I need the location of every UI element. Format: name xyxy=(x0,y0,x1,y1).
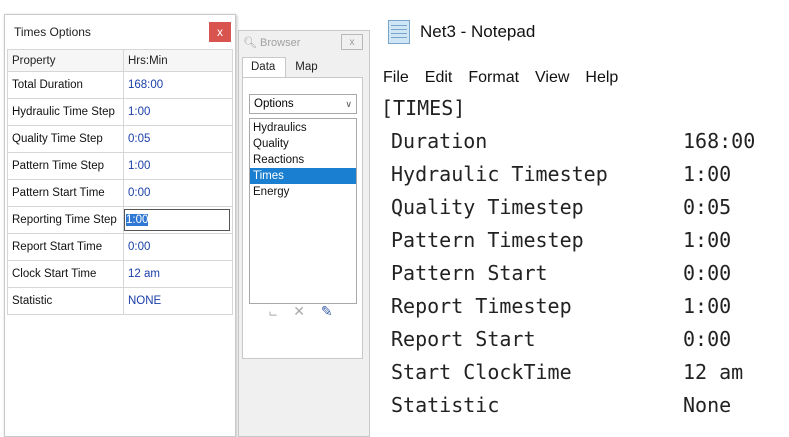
table-row[interactable]: Total Duration 168:00 xyxy=(7,71,233,99)
category-select[interactable]: Options ∨ xyxy=(249,94,357,114)
property-value[interactable]: NONE xyxy=(123,287,233,315)
table-row[interactable]: Pattern Time Step 1:00 xyxy=(7,152,233,180)
text-line: Statistic None xyxy=(391,393,732,417)
text-line: Pattern Timestep 1:00 xyxy=(391,228,732,252)
table-row[interactable]: Reporting Time Step 1:00 xyxy=(7,206,233,234)
text-line: Report Start 0:00 xyxy=(391,327,732,351)
table-row[interactable]: Hydraulic Time Step 1:00 xyxy=(7,98,233,126)
property-name: Statistic xyxy=(7,287,124,315)
text-line: Start ClockTime 12 am xyxy=(391,360,744,384)
text-line: Pattern Start 0:00 xyxy=(391,261,732,285)
property-value[interactable]: 1:00 xyxy=(123,98,233,126)
text-line: Duration 168:00 xyxy=(391,129,756,153)
browser-tabs: Data Map xyxy=(239,57,369,77)
times-options-title: Times Options xyxy=(14,25,91,39)
property-name: Quality Time Step xyxy=(7,125,124,153)
browser-toolbar: ⨽ ✕ ✎ xyxy=(269,303,333,320)
section-header: [TIMES] xyxy=(381,96,466,120)
delete-icon[interactable]: ✕ xyxy=(293,303,305,320)
property-name: Reporting Time Step xyxy=(7,206,124,234)
browser-titlebar[interactable]: 🔍︎ Browser x xyxy=(239,31,369,53)
text-area[interactable]: [TIMES] Duration 168:00 Hydraulic Timeste… xyxy=(378,92,789,422)
property-table: Property Hrs:Min Total Duration 168:00 H… xyxy=(7,49,233,315)
menu-file[interactable]: File xyxy=(383,69,409,87)
times-options-window: Times Options x Property Hrs:Min Total D… xyxy=(4,14,236,437)
property-name: Hydraulic Time Step xyxy=(7,98,124,126)
menu-edit[interactable]: Edit xyxy=(425,69,453,87)
property-value[interactable]: 12 am xyxy=(123,260,233,288)
notepad-title: Net3 - Notepad xyxy=(420,22,536,41)
browser-panel: 🔍︎ Browser x Data Map Options ∨ Hydrauli… xyxy=(238,30,370,437)
text-line: Hydraulic Timestep 1:00 xyxy=(391,162,732,186)
binoculars-icon: 🔍︎ xyxy=(243,36,257,49)
add-icon[interactable]: ⨽ xyxy=(269,303,277,320)
property-column-header[interactable]: Property xyxy=(7,49,124,72)
property-value-editor[interactable]: 1:00 xyxy=(123,206,233,234)
property-value[interactable]: 168:00 xyxy=(123,71,233,99)
table-row[interactable]: Statistic NONE xyxy=(7,287,233,315)
property-value[interactable]: 0:05 xyxy=(123,125,233,153)
browser-title: 🔍︎ Browser xyxy=(243,36,301,49)
property-name: Total Duration xyxy=(7,71,124,99)
property-value[interactable]: 1:00 xyxy=(123,152,233,180)
table-row[interactable]: Clock Start Time 12 am xyxy=(7,260,233,288)
chevron-down-icon: ∨ xyxy=(345,98,352,109)
table-row[interactable]: Pattern Start Time 0:00 xyxy=(7,179,233,207)
list-item-energy[interactable]: Energy xyxy=(250,184,356,200)
property-name: Report Start Time xyxy=(7,233,124,261)
list-item-times[interactable]: Times xyxy=(250,168,356,184)
notepad-titlebar[interactable]: Net3 - Notepad xyxy=(378,0,789,64)
browser-close-button[interactable]: x xyxy=(341,34,363,50)
times-options-titlebar[interactable]: Times Options x xyxy=(5,15,235,49)
property-name: Pattern Start Time xyxy=(7,179,124,207)
options-list: Hydraulics Quality Reactions Times Energ… xyxy=(249,118,357,304)
property-value[interactable]: 0:00 xyxy=(123,179,233,207)
property-name: Clock Start Time xyxy=(7,260,124,288)
menu-help[interactable]: Help xyxy=(585,69,618,87)
list-item-hydraulics[interactable]: Hydraulics xyxy=(250,120,356,136)
table-header-row: Property Hrs:Min xyxy=(7,49,233,72)
category-select-value: Options xyxy=(254,98,294,110)
notepad-window: Net3 - Notepad File Edit Format View Hel… xyxy=(378,0,789,435)
property-value[interactable]: 0:00 xyxy=(123,233,233,261)
selected-value-text: 1:00 xyxy=(126,214,149,226)
tab-data[interactable]: Data xyxy=(242,57,287,77)
table-row[interactable]: Quality Time Step 0:05 xyxy=(7,125,233,153)
tab-map[interactable]: Map xyxy=(286,57,329,77)
menu-format[interactable]: Format xyxy=(468,69,519,87)
list-item-quality[interactable]: Quality xyxy=(250,136,356,152)
table-row[interactable]: Report Start Time 0:00 xyxy=(7,233,233,261)
menu-bar: File Edit Format View Help xyxy=(378,64,789,92)
text-line: Quality Timestep 0:05 xyxy=(391,195,732,219)
value-column-header[interactable]: Hrs:Min xyxy=(123,49,233,72)
property-name: Pattern Time Step xyxy=(7,152,124,180)
value-edit-field[interactable]: 1:00 xyxy=(124,209,230,231)
close-button[interactable]: x xyxy=(209,22,231,42)
text-line: Report Timestep 1:00 xyxy=(391,294,732,318)
menu-view[interactable]: View xyxy=(535,69,569,87)
notepad-icon xyxy=(388,20,410,44)
list-item-reactions[interactable]: Reactions xyxy=(250,152,356,168)
edit-icon[interactable]: ✎ xyxy=(321,303,333,320)
